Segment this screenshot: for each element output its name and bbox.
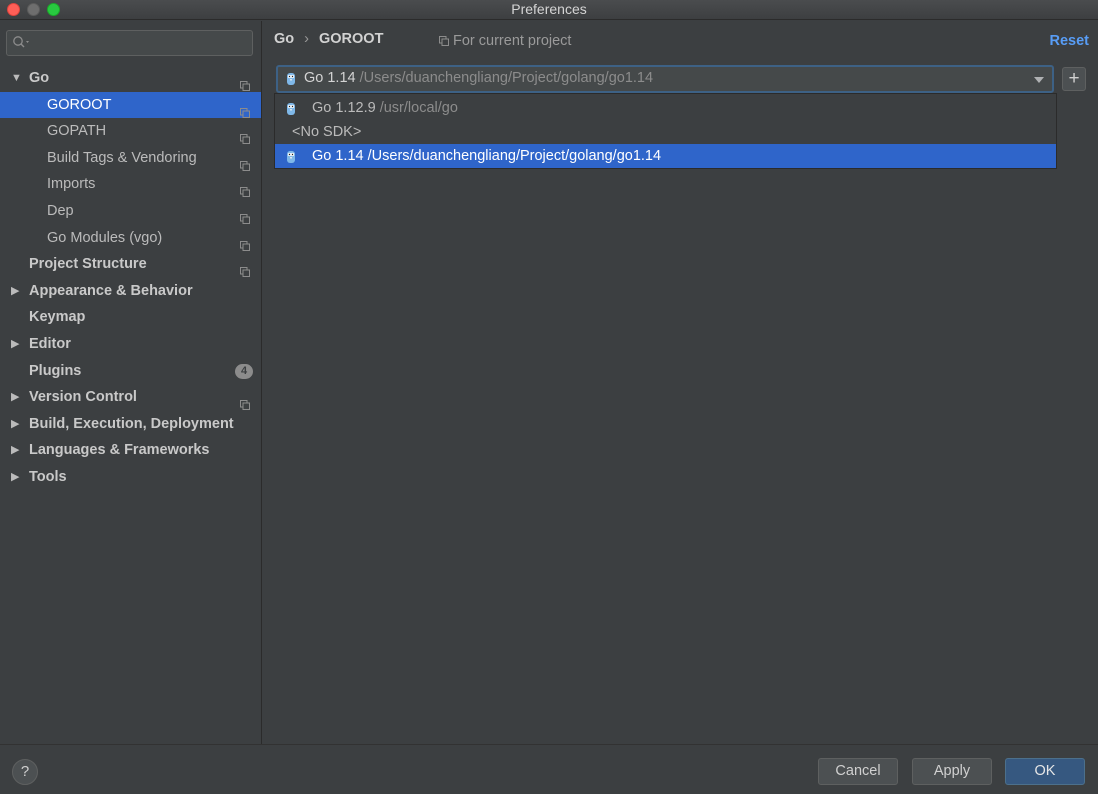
sidebar-item-label: Dep bbox=[47, 202, 74, 219]
sdk-selected-name: Go 1.14 bbox=[304, 70, 356, 86]
scope-label: For current project bbox=[453, 33, 572, 49]
reset-link[interactable]: Reset bbox=[1050, 33, 1090, 49]
sidebar-item-plugins[interactable]: Plugins 4 bbox=[0, 358, 261, 385]
breadcrumb-separator: › bbox=[304, 31, 309, 47]
expanded-arrow-icon[interactable]: ▼ bbox=[11, 65, 22, 92]
sidebar-item-label: Plugins bbox=[29, 362, 82, 379]
sidebar-item-go-modules-vgo[interactable]: Go Modules (vgo) bbox=[0, 225, 261, 252]
collapsed-arrow-icon[interactable]: ▶ bbox=[11, 278, 19, 305]
project-scope-icon bbox=[240, 207, 250, 224]
sdk-option-path: /Users/duanchengliang/Project/golang/go1… bbox=[367, 148, 662, 164]
sidebar-item-build-execution-deployment[interactable]: ▶ Build, Execution, Deployment bbox=[0, 411, 261, 438]
window-title: Preferences bbox=[511, 1, 587, 17]
gopher-icon bbox=[287, 73, 295, 85]
sdk-option[interactable]: Go 1.12.9 /usr/local/go bbox=[275, 96, 1056, 120]
sidebar-item-go[interactable]: ▼ Go bbox=[0, 65, 261, 92]
dialog-footer: ? Cancel Apply OK bbox=[0, 744, 1098, 794]
sidebar-item-dep[interactable]: Dep bbox=[0, 198, 261, 225]
sdk-option-name: <No SDK> bbox=[292, 124, 362, 140]
sidebar-item-tools[interactable]: ▶ Tools bbox=[0, 464, 261, 491]
project-scope-icon bbox=[240, 74, 250, 91]
sidebar-item-appearance-behavior[interactable]: ▶ Appearance & Behavior bbox=[0, 278, 261, 305]
help-button[interactable]: ? bbox=[12, 759, 38, 785]
goroot-sdk-select[interactable]: Go 1.14 /Users/duanchengliang/Project/go… bbox=[276, 65, 1054, 93]
sdk-selected-path: /Users/duanchengliang/Project/golang/go1… bbox=[359, 70, 654, 86]
sidebar-item-label: Tools bbox=[29, 468, 67, 485]
sidebar-item-label: Build Tags & Vendoring bbox=[47, 149, 197, 166]
settings-content: Go › GOROOT For current project Reset Go 1… bbox=[263, 21, 1098, 744]
sidebar-item-label: GOPATH bbox=[47, 123, 107, 140]
sidebar-item-imports[interactable]: Imports bbox=[0, 171, 261, 198]
sidebar-item-label: Appearance & Behavior bbox=[29, 282, 193, 299]
gopher-icon bbox=[286, 148, 296, 163]
chevron-down-icon[interactable] bbox=[1034, 77, 1044, 83]
collapsed-arrow-icon[interactable]: ▶ bbox=[11, 411, 19, 438]
sidebar-item-keymap[interactable]: Keymap bbox=[0, 304, 261, 331]
ok-button[interactable]: OK bbox=[1005, 758, 1085, 785]
sidebar-item-label: Imports bbox=[47, 176, 96, 193]
sdk-option-text: Go 1.12.9 /usr/local/go bbox=[312, 96, 458, 120]
sdk-option-name: Go 1.14 bbox=[312, 148, 364, 164]
sidebar-item-version-control[interactable]: ▶ Version Control bbox=[0, 384, 261, 411]
sidebar-item-label: Build, Execution, Deployment bbox=[29, 415, 234, 432]
sidebar-item-label: Keymap bbox=[29, 309, 86, 326]
cancel-button[interactable]: Cancel bbox=[818, 758, 898, 785]
sidebar-item-languages-frameworks[interactable]: ▶ Languages & Frameworks bbox=[0, 437, 261, 464]
project-scope-icon bbox=[240, 101, 250, 118]
project-scope-icon bbox=[240, 234, 250, 251]
project-scope-icon bbox=[240, 260, 250, 278]
sdk-option-text: Go 1.14 /Users/duanchengliang/Project/go… bbox=[312, 144, 661, 168]
sidebar-item-label: Go bbox=[29, 70, 50, 86]
sdk-selected-value: Go 1.14 /Users/duanchengliang/Project/go… bbox=[304, 70, 653, 86]
sdk-option[interactable]: Go 1.14 /Users/duanchengliang/Project/go… bbox=[275, 144, 1056, 168]
collapsed-arrow-icon[interactable]: ▶ bbox=[11, 464, 19, 491]
sidebar-item-label: Project Structure bbox=[29, 256, 147, 273]
sdk-option-path: /usr/local/go bbox=[379, 100, 458, 116]
breadcrumb-current: GOROOT bbox=[318, 31, 384, 47]
breadcrumb-parent: Go bbox=[274, 31, 295, 47]
sidebar-item-label: Go Modules (vgo) bbox=[47, 229, 163, 246]
project-scope-icon bbox=[240, 180, 250, 198]
sdk-option-text: <No SDK> bbox=[292, 120, 361, 144]
sdk-option[interactable]: <No SDK> bbox=[275, 120, 1056, 144]
settings-tree: ▼ Go GOROOT GOPATH Build Tags & Vendoring Imp… bbox=[0, 65, 261, 491]
sdk-dropdown-list: Go 1.12.9 /usr/local/go <No SDK> Go 1.14 /… bbox=[274, 93, 1057, 169]
project-scope-icon bbox=[240, 127, 250, 145]
gopher-icon bbox=[286, 100, 296, 115]
settings-sidebar: ▼ Go GOROOT GOPATH Build Tags & Vendoring Imp… bbox=[0, 21, 262, 744]
project-scope-icon bbox=[439, 36, 449, 46]
collapsed-arrow-icon[interactable]: ▶ bbox=[11, 331, 19, 358]
sidebar-item-label: GOROOT bbox=[47, 96, 112, 113]
sidebar-item-project-structure[interactable]: Project Structure bbox=[0, 251, 261, 278]
settings-search[interactable] bbox=[6, 30, 253, 56]
sidebar-item-build-tags-vendoring[interactable]: Build Tags & Vendoring bbox=[0, 145, 261, 172]
breadcrumb: Go › GOROOT bbox=[274, 31, 383, 51]
sidebar-item-editor[interactable]: ▶ Editor bbox=[0, 331, 261, 358]
scope-indicator: For current project bbox=[439, 33, 571, 49]
sidebar-item-gopath[interactable]: GOPATH bbox=[0, 118, 261, 145]
sidebar-item-label: Version Control bbox=[29, 389, 137, 406]
sidebar-item-goroot[interactable]: GOROOT bbox=[0, 91, 261, 119]
collapsed-arrow-icon[interactable]: ▶ bbox=[11, 384, 19, 411]
search-input[interactable] bbox=[35, 33, 245, 53]
collapsed-arrow-icon[interactable]: ▶ bbox=[11, 437, 19, 464]
project-scope-icon bbox=[240, 393, 250, 411]
sidebar-item-label: Languages & Frameworks bbox=[29, 442, 210, 459]
plugins-update-badge: 4 bbox=[235, 363, 253, 379]
add-sdk-button[interactable]: + bbox=[1062, 67, 1086, 91]
search-icon bbox=[13, 36, 29, 48]
apply-button[interactable]: Apply bbox=[912, 758, 992, 785]
title-bar: Preferences bbox=[0, 0, 1098, 20]
project-scope-icon bbox=[240, 154, 250, 171]
sdk-option-name: Go 1.12.9 bbox=[312, 100, 376, 116]
sidebar-item-label: Editor bbox=[29, 335, 71, 352]
